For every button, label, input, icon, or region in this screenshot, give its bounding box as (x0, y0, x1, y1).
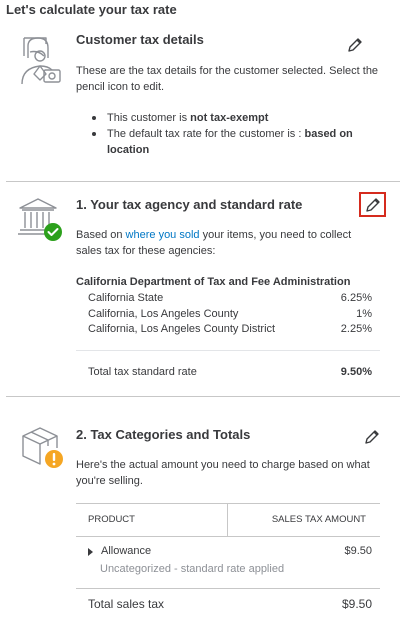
table-header-divider (76, 536, 380, 537)
agency-name: California Department of Tax and Fee Adm… (76, 276, 351, 288)
customer-tax-description: These are the tax details for the custom… (76, 65, 379, 93)
tax-rate-panel: Let's calculate your tax rate Customer t… (0, 0, 401, 619)
where-you-sold-link[interactable]: where you sold (126, 229, 200, 241)
rate-name: California, Los Angeles County (88, 308, 239, 320)
rate-name: California, Los Angeles County District (88, 323, 276, 335)
page-title: Let's calculate your tax rate (6, 2, 177, 17)
expand-caret-icon[interactable] (88, 548, 93, 556)
column-separator (227, 504, 228, 536)
package-box-icon (22, 427, 63, 468)
product-name: Allowance (101, 545, 152, 557)
tax-agency-heading: 1. Your tax agency and standard rate (76, 197, 303, 212)
check-circle-icon (44, 223, 62, 241)
rate-value: 1% (356, 308, 372, 320)
total-rate-label: Total tax standard rate (88, 366, 197, 378)
edit-categories-pencil-icon[interactable] (363, 428, 381, 446)
column-header-product: PRODUCT (88, 514, 135, 525)
tax-agency-description: Based on where you sold your items, you … (76, 227, 376, 259)
rate-value: 6.25% (340, 292, 372, 304)
tax-exempt-status: not tax-exempt (190, 112, 269, 124)
total-sales-tax-value: $9.50 (341, 597, 372, 611)
rate-row: California State 6.25% (88, 292, 372, 304)
product-tax-amount: $9.50 (344, 545, 372, 557)
customer-id-icon (21, 37, 61, 85)
default-rate-prefix: The default tax rate for the customer is… (107, 128, 305, 140)
total-rate-value: 9.50% (340, 366, 372, 378)
rate-row: California, Los Angeles County District … (88, 323, 372, 335)
total-divider (76, 588, 380, 589)
product-category-note: Uncategorized - standard rate applied (100, 563, 285, 575)
rate-total-divider (76, 350, 380, 351)
edit-customer-pencil-icon[interactable] (346, 36, 364, 54)
rate-row: California, Los Angeles County 1% (88, 308, 372, 320)
tax-categories-heading: 2. Tax Categories and Totals (76, 427, 251, 442)
tax-exempt-bullet: This customer is not tax-exempt (92, 110, 382, 126)
total-standard-rate-row: Total tax standard rate 9.50% (88, 366, 372, 378)
tax-agency-building-icon (18, 198, 62, 241)
rate-name: California State (88, 292, 164, 304)
section-divider (6, 181, 400, 182)
tax-categories-description: Here's the actual amount you need to cha… (76, 459, 370, 487)
warning-circle-icon (45, 450, 63, 468)
default-tax-rate-bullet: The default tax rate for the customer is… (92, 126, 382, 158)
customer-tax-bullets: This customer is not tax-exempt The defa… (92, 110, 382, 158)
total-sales-tax-label: Total sales tax (88, 597, 165, 611)
section-divider (6, 396, 400, 397)
tax-exempt-prefix: This customer is (107, 112, 191, 124)
table-header: PRODUCT SALES TAX AMOUNT (76, 504, 380, 536)
rate-value: 2.25% (340, 323, 372, 335)
pencil-icon[interactable] (364, 196, 382, 214)
edit-agency-button[interactable] (359, 192, 386, 217)
customer-tax-details-heading: Customer tax details (76, 32, 204, 47)
desc-prefix: Based on (76, 229, 126, 241)
total-sales-tax-row: Total sales tax $9.50 (88, 597, 372, 611)
column-header-sales-tax-amount: SALES TAX AMOUNT (271, 514, 366, 525)
